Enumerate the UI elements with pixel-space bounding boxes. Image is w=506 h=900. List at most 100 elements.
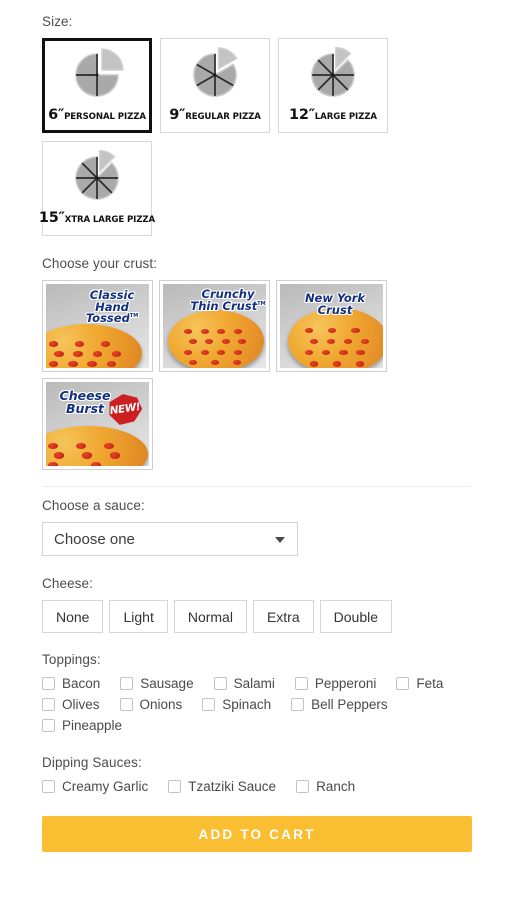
size-option-name: XTRA LARGE PIZZA (64, 215, 156, 225)
cheese-option-label: None (56, 608, 90, 625)
topping-label: Sausage (140, 676, 194, 691)
cheese-option-label: Extra (266, 608, 300, 625)
dipping-sauces-label: Dipping Sauces: (42, 755, 142, 770)
dipping-sauce-ranch[interactable]: Ranch (296, 779, 355, 794)
topping-pepperoni[interactable]: Pepperoni (294, 676, 376, 691)
topping-row: Bacon Sausage Salami Pepperoni Feta (42, 676, 471, 691)
size-option-inches: 6″ (48, 107, 65, 123)
topping-bell-peppers[interactable]: Bell Peppers (291, 697, 388, 712)
topping-label: Salami (233, 676, 275, 691)
topping-bacon[interactable]: Bacon (42, 676, 100, 691)
size-option-name: PERSONAL PIZZA (64, 112, 146, 122)
sauce-select-wrapper: Choose one (42, 522, 298, 556)
topping-label: Bacon (62, 676, 101, 691)
add-to-cart-button[interactable]: ADD TO CART (42, 816, 472, 852)
cheese-options: None Light Normal Extra Double (42, 600, 471, 633)
size-option-inches: 9″ (169, 107, 186, 123)
topping-label: Spinach (222, 697, 272, 712)
crust-option-image: Crunchy Thin CrustTM (163, 284, 266, 368)
cheese-option-double[interactable]: Double (319, 600, 393, 633)
dipping-sauce-row: Creamy Garlic Tzatziki Sauce Ranch (42, 779, 471, 794)
pizza-illustration (46, 324, 142, 368)
pizza-illustration (168, 310, 264, 368)
checkbox-icon[interactable] (119, 698, 133, 711)
checkbox-icon[interactable] (42, 677, 55, 690)
size-option-name: REGULAR PIZZA (185, 112, 261, 122)
topping-pineapple[interactable]: Pineapple (42, 718, 122, 733)
checkbox-icon[interactable] (291, 698, 305, 711)
cta-section: ADD TO CART (35, 800, 472, 852)
checkbox-icon[interactable] (120, 677, 134, 690)
cheese-option-light[interactable]: Light (109, 600, 168, 633)
sauce-selected-value: Choose one (54, 530, 135, 548)
checkbox-icon[interactable] (42, 698, 55, 711)
crust-option-4[interactable]: Cheese Burst NEW! (42, 378, 153, 470)
cheese-option-none[interactable]: None (42, 600, 104, 633)
size-option-name: LARGE PIZZA (314, 112, 377, 122)
crust-option-name: Cheese Burst (59, 388, 111, 416)
checkbox-icon[interactable] (42, 780, 55, 793)
crust-section: Choose your crust: Classic Hand TossedTM… (35, 236, 471, 487)
crust-option-name: New York Crust (304, 291, 366, 317)
crust-option-image: Classic Hand TossedTM (46, 284, 149, 368)
toppings-label: Toppings: (42, 652, 101, 667)
crust-option-2[interactable]: Crunchy Thin CrustTM (159, 280, 270, 372)
cheese-option-label: Double (333, 608, 379, 625)
checkbox-icon[interactable] (213, 677, 227, 690)
checkbox-icon[interactable] (168, 780, 182, 793)
cheese-section: Cheese: None Light Normal Extra Double (35, 556, 471, 633)
dipping-sauce-creamy-garlic[interactable]: Creamy Garlic (42, 779, 148, 794)
size-section: Size: 6″PERSONAL PIZZA 9″REGULAR PIZZA 12″… (35, 0, 471, 236)
topping-onions[interactable]: Onions (119, 697, 183, 712)
crust-option-3[interactable]: New York Crust (276, 280, 387, 372)
cheese-option-extra[interactable]: Extra (252, 600, 314, 633)
crust-option-caption: New York Crust (288, 291, 382, 317)
pizza-builder-form: Size: 6″PERSONAL PIZZA 9″REGULAR PIZZA 12″… (0, 0, 506, 900)
size-options: 6″PERSONAL PIZZA 9″REGULAR PIZZA 12″LARGE … (38, 38, 471, 236)
sauce-section: Choose a sauce: Choose one (35, 487, 471, 556)
size-option-caption: 6″PERSONAL PIZZA (48, 106, 146, 123)
topping-olives[interactable]: Olives (42, 697, 100, 712)
topping-feta[interactable]: Feta (396, 676, 443, 691)
size-option-2[interactable]: 9″REGULAR PIZZA (160, 38, 270, 133)
cheese-option-label: Light (123, 608, 154, 625)
size-option-1[interactable]: 6″PERSONAL PIZZA (42, 38, 152, 133)
size-option-caption: 9″REGULAR PIZZA (169, 106, 261, 123)
dipping-sauce-label: Tzatziki Sauce (188, 779, 277, 794)
sauce-label: Choose a sauce: (42, 498, 145, 513)
trademark-mark: TM (257, 300, 266, 307)
cheese-option-label: Normal (187, 608, 233, 625)
topping-label: Feta (416, 676, 444, 691)
new-badge-label: NEW! (108, 400, 142, 418)
toppings-section: Toppings: Bacon Sausage Salami Pepperoni Fet… (35, 633, 471, 733)
checkbox-icon[interactable] (42, 719, 55, 732)
crust-option-caption: Crunchy Thin CrustTM (189, 287, 266, 313)
checkbox-icon[interactable] (296, 780, 310, 793)
topping-spinach[interactable]: Spinach (202, 697, 271, 712)
crust-option-1[interactable]: Classic Hand TossedTM (42, 280, 153, 372)
size-label: Size: (42, 14, 73, 29)
crust-option-name: Crunchy Thin Crust (190, 287, 258, 313)
size-option-4[interactable]: 15″XTRA LARGE PIZZA (38, 141, 156, 236)
dipping-sauces-checkbox-group: Creamy Garlic Tzatziki Sauce Ranch (42, 779, 471, 794)
checkbox-icon[interactable] (396, 677, 410, 690)
sauce-select[interactable]: Choose one (42, 522, 298, 556)
topping-label: Bell Peppers (311, 697, 388, 712)
dipping-sauce-tzatziki-sauce[interactable]: Tzatziki Sauce (168, 779, 276, 794)
cheese-option-normal[interactable]: Normal (173, 600, 247, 633)
toppings-checkbox-group: Bacon Sausage Salami Pepperoni Feta Olives Oni… (42, 676, 471, 733)
dipping-sauce-label: Ranch (316, 779, 356, 794)
topping-label: Onions (139, 697, 183, 712)
checkbox-icon[interactable] (202, 698, 216, 711)
topping-label: Pineapple (62, 718, 123, 733)
topping-sausage[interactable]: Sausage (120, 676, 194, 691)
size-option-inches: 15″ (38, 210, 65, 226)
size-option-3[interactable]: 12″LARGE PIZZA (278, 38, 388, 133)
checkbox-icon[interactable] (294, 677, 308, 690)
topping-salami[interactable]: Salami (213, 676, 275, 691)
pizza-illustration (46, 426, 148, 466)
pizza-illustration (288, 308, 383, 368)
crust-option-image: Cheese Burst NEW! (46, 382, 149, 466)
cheese-label: Cheese: (42, 576, 93, 591)
dipping-sauces-section: Dipping Sauces: Creamy Garlic Tzatziki Sa… (35, 739, 471, 794)
